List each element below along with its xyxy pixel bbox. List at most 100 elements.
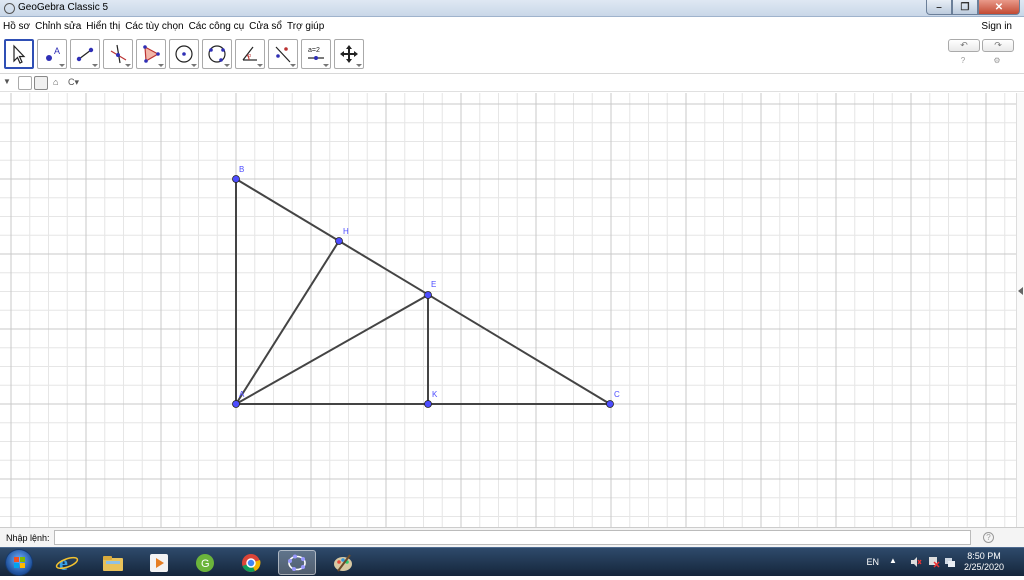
segment-tool-button[interactable] [70,39,100,69]
taskbar-file-explorer[interactable] [94,550,132,575]
home-icon[interactable]: ⌂ [53,77,58,87]
clock-time: 8:50 PM [967,551,1001,561]
point-A[interactable] [232,400,240,408]
grid-toggle-icon[interactable] [34,76,48,90]
toolbar: A α a=2 ↶ ↷ ? ⚙ [0,36,1024,74]
menu-file[interactable]: Hồ sơ [3,21,35,32]
windows-logo-icon [14,557,25,568]
help-icon[interactable]: ? [958,56,968,66]
command-input[interactable] [54,530,971,545]
window-title: GeoGebra Classic 5 [18,2,109,13]
undo-redo-group: ↶ ↷ [948,39,1014,52]
polygon-tool-button[interactable] [136,39,166,69]
angle-tool-button[interactable]: α [235,39,265,69]
point-C[interactable] [606,400,614,408]
axes-toggle-icon[interactable] [18,76,32,90]
taskbar: e G EN ▲ 8:50 PM 2/25/2020 [0,547,1024,576]
start-button[interactable] [5,549,33,576]
segment-AH[interactable] [235,240,340,405]
grid-minor [0,93,1016,527]
label-C: C [614,390,620,399]
slider-tool-button[interactable]: a=2 [301,39,331,69]
reflect-line-icon [275,46,291,63]
move-arrows-icon [340,45,358,63]
sign-in-link[interactable]: Sign in [981,21,1012,32]
gear-icon[interactable]: ⚙ [992,56,1002,66]
show-hidden-icons-icon[interactable]: ▲ [889,556,901,568]
menu-help[interactable]: Trợ giúp [287,21,329,32]
taskbar-internet-explorer[interactable]: e [48,550,86,575]
segment-icon [76,47,94,62]
move-tool-button[interactable] [4,39,34,69]
svg-text:G: G [201,558,210,570]
green-app-icon: G [196,553,214,572]
move-graphics-view-tool-button[interactable] [334,39,364,69]
side-panel-handle[interactable] [1016,93,1024,527]
cursor-arrow-icon [13,44,26,64]
segment-AE[interactable] [235,294,429,405]
chevron-down-icon [92,64,98,67]
close-button[interactable]: ✕ [978,0,1020,15]
chevron-down-icon [356,64,362,67]
style-bar: ▼ ⌂ C▾ [0,75,1024,92]
undo-button[interactable]: ↶ [948,39,980,52]
taskbar-geogebra[interactable] [278,550,316,575]
menu-bar: Hồ sơ Chỉnh sửa Hiển thị Các tùy chọn Cá… [0,17,1024,36]
chevron-down-icon [191,64,197,67]
polygon-icon [143,45,160,63]
label-B: B [239,165,244,174]
menu-tools[interactable]: Các công cụ [189,21,250,32]
point-tool-button[interactable]: A [37,39,67,69]
restore-button[interactable]: ❐ [952,0,978,15]
circle-tool-button[interactable] [169,39,199,69]
perpendicular-line-icon [110,44,127,64]
slider-tool-label: a=2 [308,47,320,54]
svg-text:α: α [248,53,251,59]
clock-date: 2/25/2020 [963,562,1004,572]
graphics-view[interactable]: B H E A K C [0,93,1016,527]
menu-options[interactable]: Các tùy chọn [125,21,188,32]
menu-view[interactable]: Hiển thị [86,21,125,32]
network-icon[interactable] [944,556,956,568]
geogebra-app-icon [4,3,15,14]
ellipse-tool-button[interactable] [202,39,232,69]
internet-explorer-icon: e [55,553,79,574]
point-capturing-icon[interactable]: C▾ [68,77,79,88]
circle-icon [175,45,193,63]
taskbar-media-player[interactable] [140,550,178,575]
taskbar-paint[interactable] [324,550,362,575]
redo-button[interactable]: ↷ [982,39,1014,52]
chevron-down-icon [224,64,230,67]
title-bar: GeoGebra Classic 5 – ❐ ✕ [0,0,1024,17]
chevron-down-icon [290,64,296,67]
svg-text:A: A [54,46,60,56]
point-H[interactable] [335,237,343,245]
chevron-down-icon [158,64,164,67]
label-K: K [432,390,438,399]
reflect-tool-button[interactable] [268,39,298,69]
perpendicular-line-tool-button[interactable] [103,39,133,69]
taskbar-chrome[interactable] [232,550,270,575]
menu-window[interactable]: Cửa sổ [249,21,287,32]
point-E[interactable] [424,291,432,299]
svg-text:e: e [59,553,68,574]
point-K[interactable] [424,400,432,408]
input-bar: Nhập lệnh: ? [0,527,1024,547]
slider-icon: a=2 [308,47,324,60]
minimize-button[interactable]: – [926,0,952,15]
action-center-icon[interactable] [928,556,940,568]
stylebar-toggle-icon[interactable]: ▼ [3,77,11,86]
circle-through-points-icon [208,45,226,63]
language-indicator[interactable]: EN [866,557,879,567]
angle-icon: α [242,46,257,61]
chevron-down-icon [59,64,65,67]
taskbar-app-green[interactable]: G [186,550,224,575]
folder-icon [103,555,123,571]
menu-edit[interactable]: Chỉnh sửa [35,21,86,32]
geogebra-icon [288,554,306,571]
clock[interactable]: 8:50 PM 2/25/2020 [964,551,1004,573]
input-help-icon[interactable]: ? [983,532,994,543]
chevron-down-icon [323,64,329,67]
volume-muted-icon[interactable] [910,556,922,568]
point-B[interactable] [232,175,240,183]
